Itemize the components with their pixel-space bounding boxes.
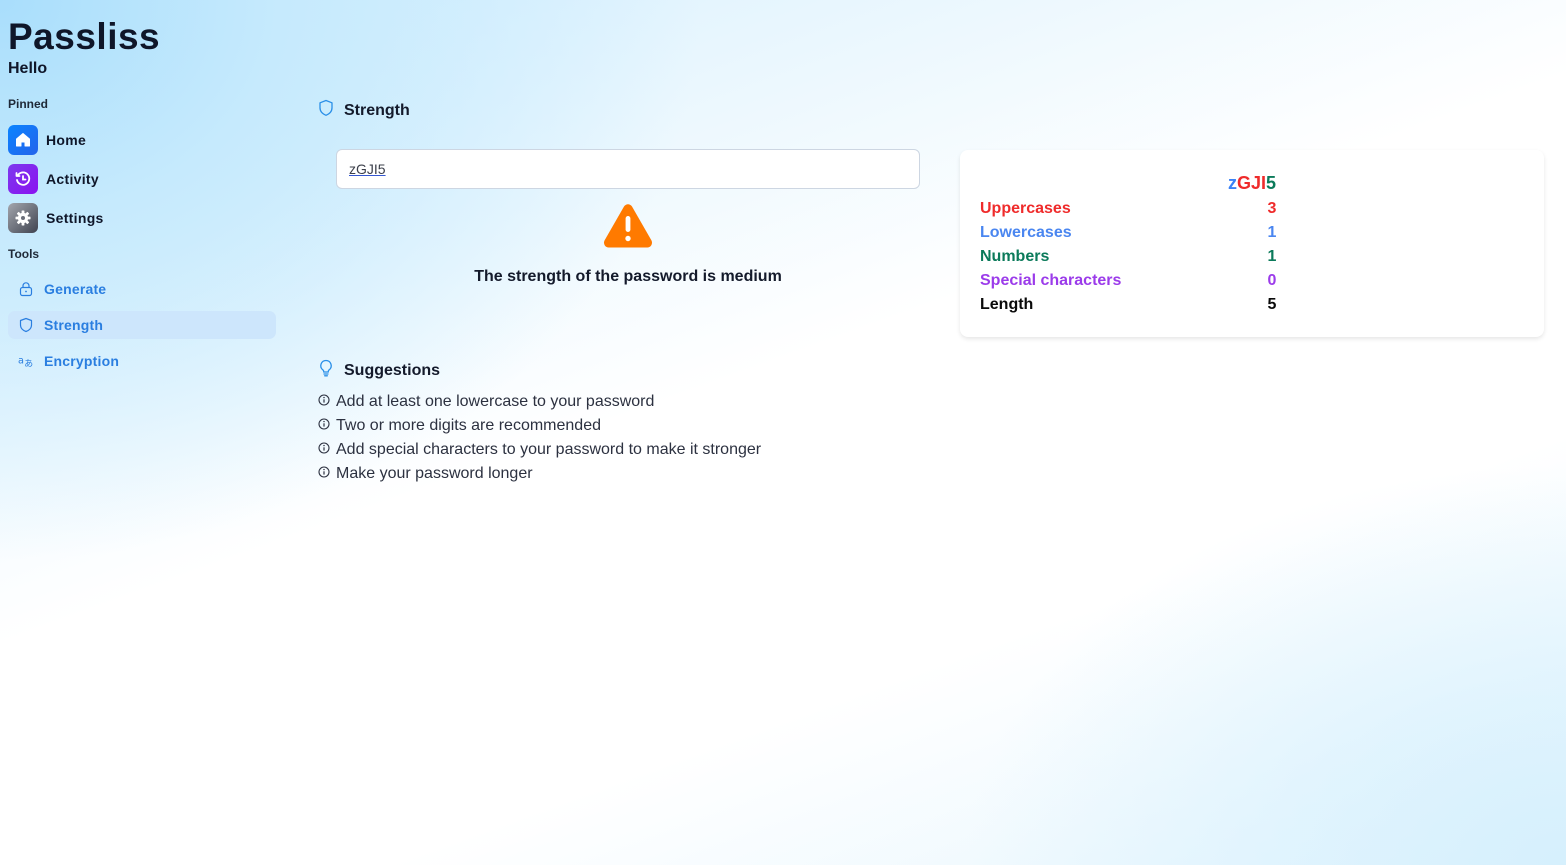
app-title: Passliss <box>8 16 161 57</box>
stat-label: Numbers <box>980 248 1050 265</box>
shield-icon <box>18 317 34 333</box>
password-char: z <box>1227 173 1237 193</box>
suggestion-text: Add at least one lowercase to your passw… <box>336 393 655 410</box>
shield-icon <box>318 99 334 122</box>
sidebar-item-activity[interactable]: Activity <box>8 164 99 194</box>
password-char: G <box>1236 173 1251 193</box>
sidebar-item-strength[interactable]: Strength <box>8 311 276 339</box>
sidebar-item-home[interactable]: Home <box>8 125 86 155</box>
info-icon <box>318 417 330 435</box>
stat-value: 3 <box>1267 200 1277 217</box>
tools-label: Tools <box>8 247 40 261</box>
stat-value: 1 <box>1267 224 1277 241</box>
suggestions-list: Add at least one lowercase to your passw… <box>318 390 761 486</box>
stat-row-length: Length 5 <box>980 296 1280 320</box>
sidebar-item-label: Strength <box>44 317 104 333</box>
greeting: Hello <box>8 60 48 77</box>
sidebar-item-label: Encryption <box>44 353 120 369</box>
password-input[interactable] <box>336 149 920 189</box>
stat-value: 5 <box>1267 296 1277 313</box>
stat-label: Lowercases <box>980 224 1072 241</box>
suggestion-item: Add special characters to your password … <box>318 438 761 462</box>
stat-row-numbers: Numbers 1 <box>980 248 1280 272</box>
suggestion-text: Add special characters to your password … <box>336 441 762 458</box>
info-icon <box>318 393 330 411</box>
warning-icon <box>602 202 654 250</box>
password-details-card: zGJI5 Uppercases 3 Lowercases 1 Numbers … <box>960 150 1544 337</box>
sidebar-item-settings[interactable]: Settings <box>8 203 104 233</box>
strength-message: The strength of the password is medium <box>474 268 782 285</box>
info-icon <box>318 441 330 459</box>
lock-icon <box>18 281 34 297</box>
sidebar-item-label: Activity <box>46 171 99 187</box>
suggestions-heading: Suggestions <box>318 359 440 382</box>
info-icon <box>318 465 330 483</box>
suggestion-text: Two or more digits are recommended <box>336 417 601 434</box>
translate-icon: aあ <box>18 353 34 369</box>
sidebar-item-label: Settings <box>46 210 104 226</box>
pinned-label: Pinned <box>8 97 49 111</box>
stat-row-lowercases: Lowercases 1 <box>980 224 1280 248</box>
history-icon <box>8 164 38 194</box>
svg-text:あ: あ <box>24 358 33 369</box>
suggestion-text: Make your password longer <box>336 465 533 482</box>
stat-value: 0 <box>1267 272 1277 289</box>
suggestion-item: Make your password longer <box>318 462 761 486</box>
sidebar-item-encryption[interactable]: aあ Encryption <box>8 347 276 375</box>
home-icon <box>8 125 38 155</box>
stat-label: Uppercases <box>980 200 1071 217</box>
gear-icon <box>8 203 38 233</box>
suggestions-heading-label: Suggestions <box>344 361 441 379</box>
colored-password: zGJI5 <box>960 173 1544 194</box>
svg-text:a: a <box>18 356 24 367</box>
sidebar-item-label: Generate <box>44 281 107 297</box>
stat-row-uppercases: Uppercases 3 <box>980 200 1280 224</box>
sidebar-item-label: Home <box>46 132 87 148</box>
strength-heading: Strength <box>318 99 410 122</box>
suggestion-item: Add at least one lowercase to your passw… <box>318 390 761 414</box>
stat-row-special-characters: Special characters 0 <box>980 272 1280 296</box>
lightbulb-icon <box>318 359 334 382</box>
stat-label: Special characters <box>980 272 1122 289</box>
suggestion-item: Two or more digits are recommended <box>318 414 761 438</box>
sidebar: Passliss Hello Pinned Home Activity Sett… <box>0 0 290 865</box>
stat-value: 1 <box>1267 248 1277 265</box>
password-char: J <box>1250 173 1261 193</box>
sidebar-item-generate[interactable]: Generate <box>8 275 276 303</box>
password-char: 5 <box>1266 173 1277 193</box>
stat-label: Length <box>980 296 1034 313</box>
strength-heading-label: Strength <box>344 101 410 119</box>
